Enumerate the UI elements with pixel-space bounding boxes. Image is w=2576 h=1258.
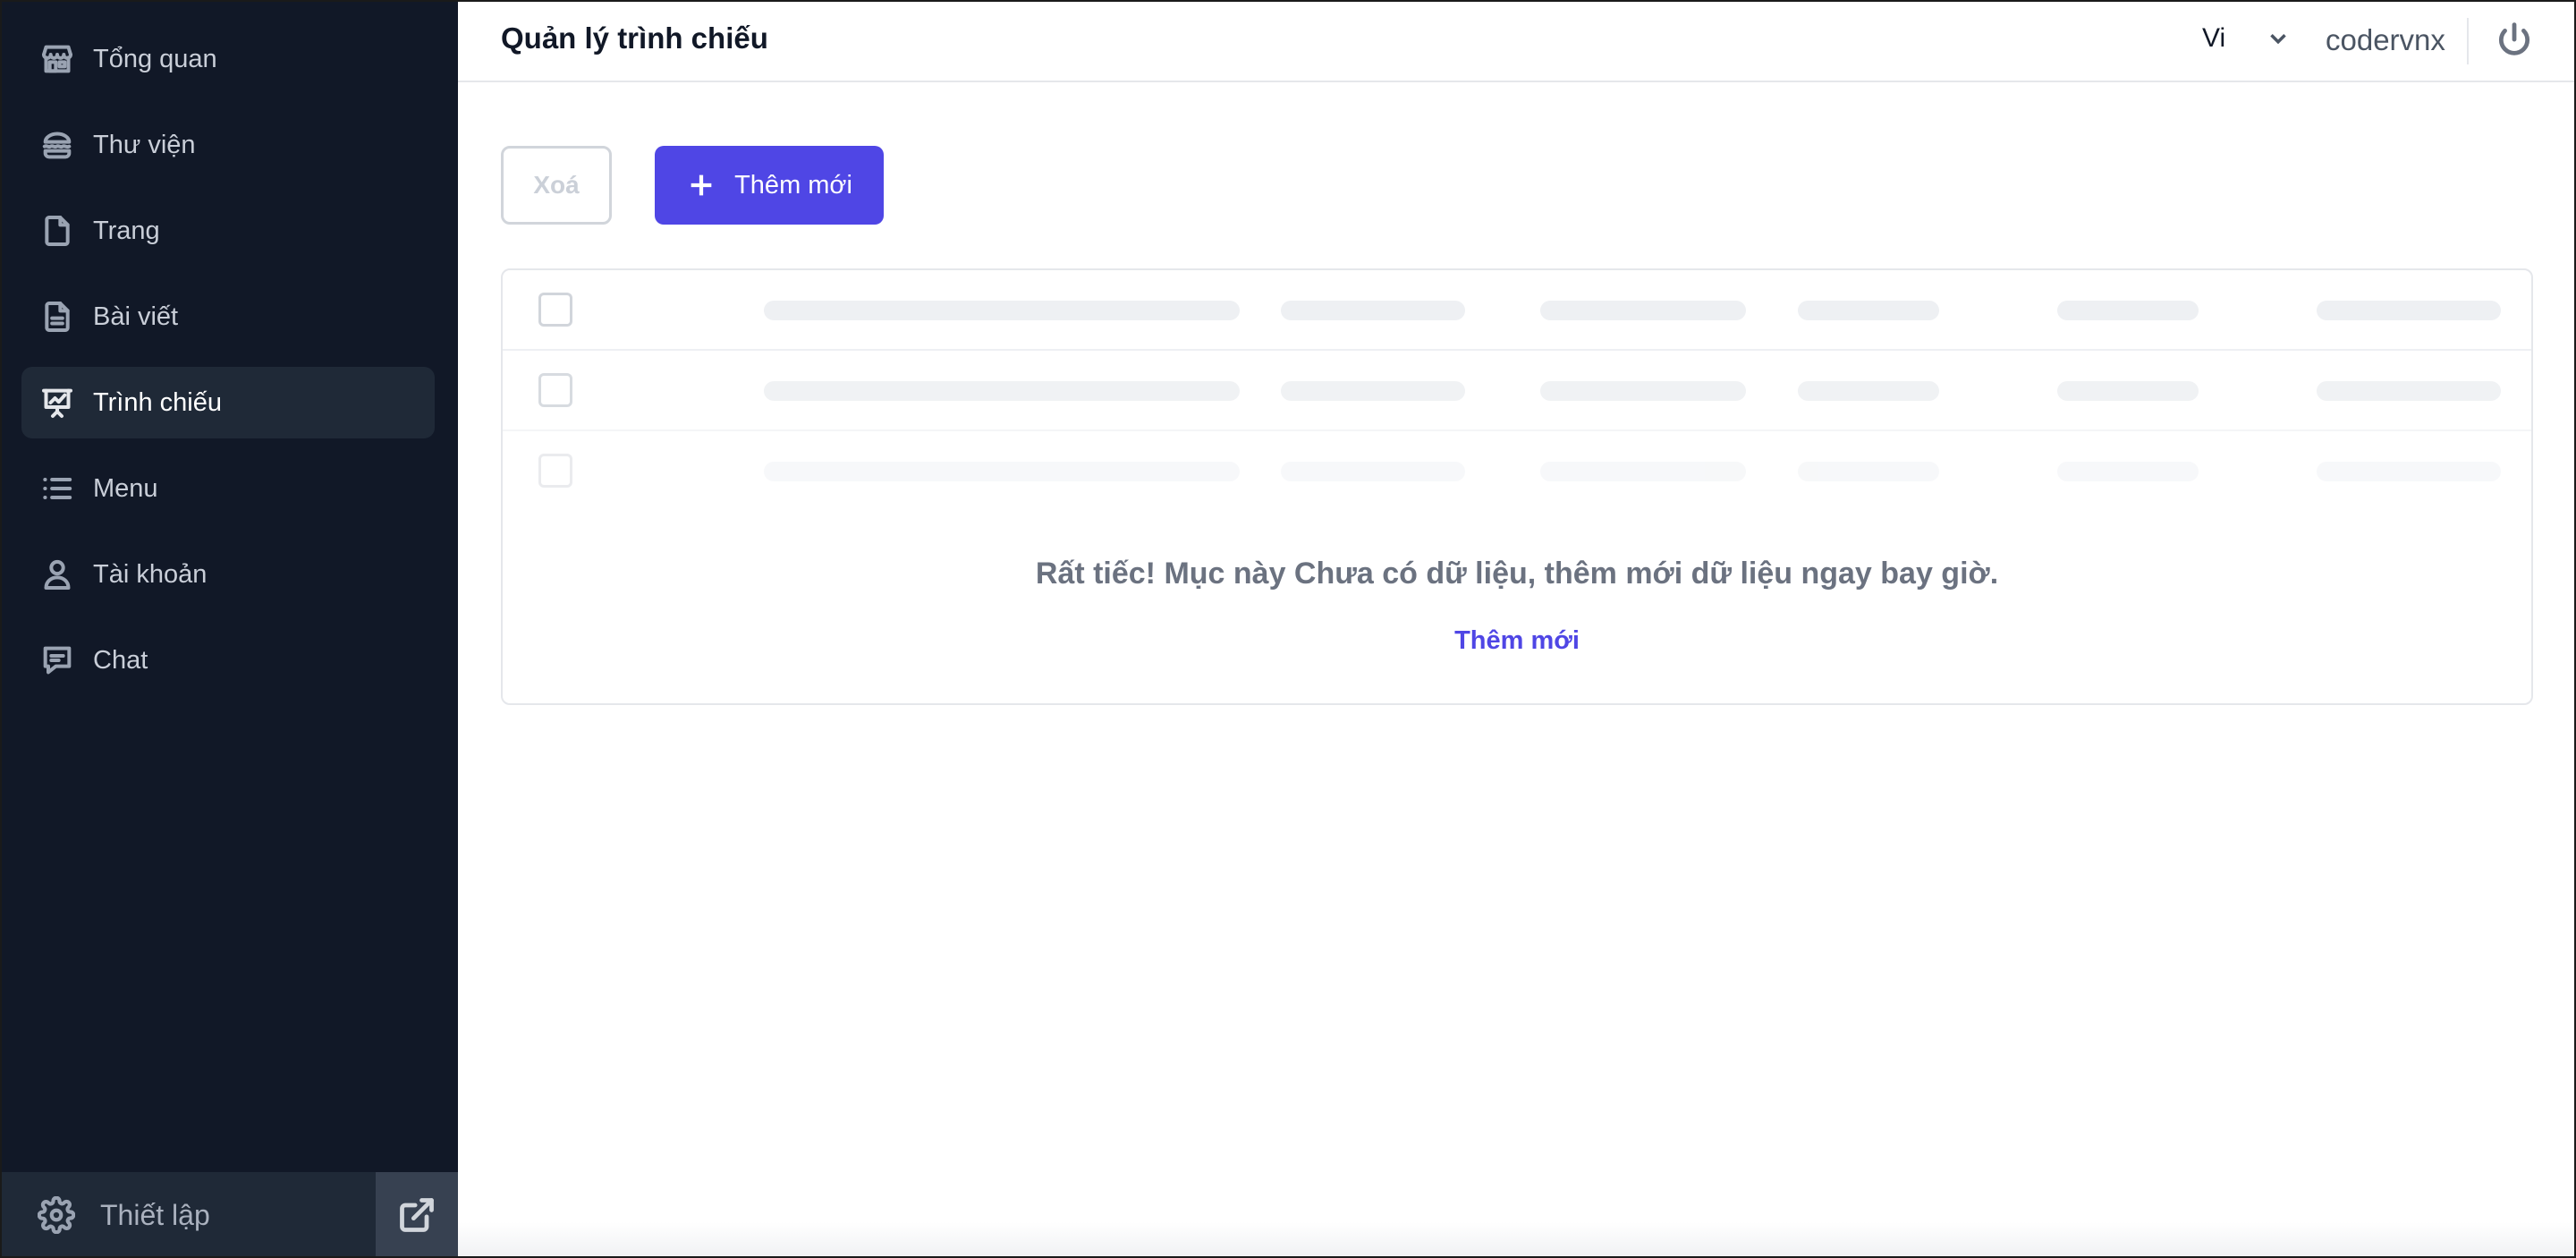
skeleton-bar xyxy=(1798,381,1939,401)
skeleton-bar xyxy=(2057,462,2199,481)
table-row xyxy=(503,270,2531,351)
power-icon xyxy=(2498,22,2530,55)
hamburger-icon xyxy=(38,125,77,165)
sidebar-item-tong-quan[interactable]: Tổng quan xyxy=(21,23,435,95)
bottom-shadow xyxy=(458,1222,2576,1258)
username[interactable]: codervnx xyxy=(2326,23,2445,57)
sidebar-item-label: Thư viện xyxy=(93,130,196,159)
page-title: Quản lý trình chiếu xyxy=(501,21,768,55)
row-checkbox[interactable] xyxy=(538,454,572,488)
skeleton-bar xyxy=(1281,381,1465,401)
list-icon xyxy=(38,469,77,508)
table-row xyxy=(503,351,2531,431)
chevron-down-icon xyxy=(2270,34,2286,45)
skeleton-bar xyxy=(2057,301,2199,320)
sidebar-item-bai-viet[interactable]: Bài viết xyxy=(21,281,435,353)
add-new-label: Thêm mới xyxy=(734,170,852,200)
sidebar-item-label: Menu xyxy=(93,473,158,503)
settings-button[interactable]: Thiết lập xyxy=(0,1172,376,1258)
plus-icon xyxy=(691,174,712,196)
file-icon xyxy=(38,211,77,251)
skeleton-bar xyxy=(1540,462,1746,481)
sidebar-item-label: Bài viết xyxy=(93,302,179,331)
skeleton-bar xyxy=(764,462,1240,481)
skeleton-bar xyxy=(1798,462,1939,481)
presentation-chart-icon xyxy=(38,383,77,422)
skeleton-bar xyxy=(1540,381,1746,401)
skeleton-bar xyxy=(2057,381,2199,401)
sidebar-nav: Tổng quan Thư viện Trang Bài viết Trình … xyxy=(21,23,435,710)
skeleton-bar xyxy=(764,301,1240,320)
skeleton-bar xyxy=(1281,462,1465,481)
sidebar-item-chat[interactable]: Chat xyxy=(21,625,435,696)
sidebar-item-tai-khoan[interactable]: Tài khoản xyxy=(21,539,435,610)
skeleton-bar xyxy=(2317,381,2501,401)
skeleton-bar xyxy=(1281,301,1465,320)
select-all-checkbox[interactable] xyxy=(538,293,572,327)
sidebar-item-label: Trình chiếu xyxy=(93,387,222,417)
external-link-button[interactable] xyxy=(376,1172,458,1258)
skeleton-bar xyxy=(764,381,1240,401)
sidebar-item-thu-vien[interactable]: Thư viện xyxy=(21,109,435,181)
delete-button[interactable]: Xoá xyxy=(501,146,612,225)
sidebar-item-label: Tài khoản xyxy=(93,559,208,589)
settings-label: Thiết lập xyxy=(100,1198,210,1231)
logout-button[interactable] xyxy=(2492,18,2537,63)
skeleton-bar xyxy=(1798,301,1939,320)
gear-icon xyxy=(38,1196,75,1234)
add-new-button[interactable]: Thêm mới xyxy=(655,146,884,225)
chat-icon xyxy=(38,641,77,680)
table-row xyxy=(503,431,2531,510)
empty-state-message: Rất tiếc! Mục này Chưa có dữ liệu, thêm … xyxy=(1035,557,1999,591)
sidebar-item-trang[interactable]: Trang xyxy=(21,195,435,267)
sidebar-footer: Thiết lập xyxy=(0,1172,458,1258)
language-select[interactable]: Vi xyxy=(2202,23,2292,54)
user-icon xyxy=(38,555,77,594)
sidebar: Tổng quan Thư viện Trang Bài viết Trình … xyxy=(0,0,458,1258)
header-divider xyxy=(2467,18,2469,64)
sidebar-item-trinh-chieu[interactable]: Trình chiếu xyxy=(21,367,435,438)
skeleton-bar xyxy=(2317,301,2501,320)
sidebar-item-label: Tổng quan xyxy=(93,44,217,73)
row-checkbox[interactable] xyxy=(538,373,572,407)
sidebar-item-label: Trang xyxy=(93,216,160,245)
external-link-icon xyxy=(400,1198,434,1232)
document-text-icon xyxy=(38,297,77,336)
sidebar-item-menu[interactable]: Menu xyxy=(21,453,435,524)
language-value: Vi xyxy=(2202,23,2226,53)
top-header: Quản lý trình chiếu Vi codervnx xyxy=(458,0,2576,82)
empty-state-add-link[interactable]: Thêm mới xyxy=(503,626,2531,656)
store-icon xyxy=(38,39,77,79)
data-table: Rất tiếc! Mục này Chưa có dữ liệu, thêm … xyxy=(501,268,2533,705)
sidebar-item-label: Chat xyxy=(93,645,148,675)
skeleton-bar xyxy=(2317,462,2501,481)
skeleton-bar xyxy=(1540,301,1746,320)
